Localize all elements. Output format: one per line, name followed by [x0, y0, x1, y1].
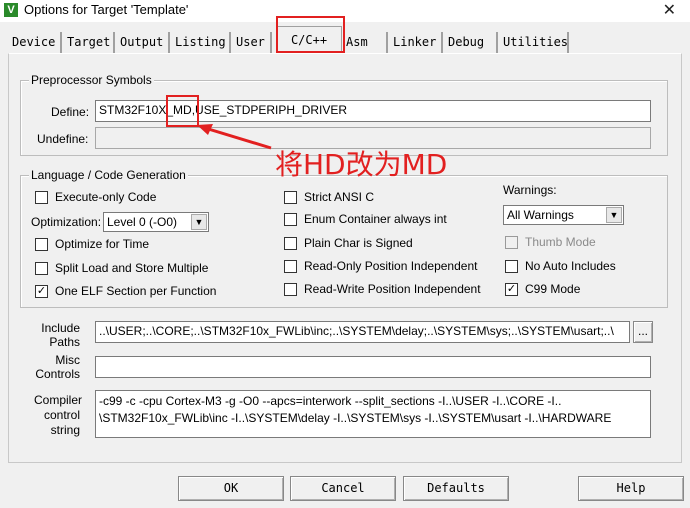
language-title: Language / Code Generation — [29, 168, 188, 182]
one-elf-label: One ELF Section per Function — [55, 284, 217, 298]
compiler-line-2: \STM32F10x_FWLib\inc -I..\SYSTEM\delay -… — [99, 411, 612, 425]
compiler-line-1: -c99 -c -cpu Cortex-M3 -g -O0 --apcs=int… — [99, 394, 562, 408]
optimization-select[interactable]: Level 0 (-O0) ▼ — [103, 212, 209, 232]
thumb-mode-label: Thumb Mode — [525, 235, 596, 249]
one-elf-checkbox[interactable]: ✓ One ELF Section per Function — [35, 284, 216, 298]
cancel-button[interactable]: Cancel — [290, 476, 396, 501]
checkbox-box[interactable] — [284, 212, 297, 226]
compiler-label-line1: Compiler — [34, 393, 83, 407]
warnings-select[interactable]: All Warnings ▼ — [503, 205, 624, 225]
tab-output[interactable]: Output — [116, 32, 170, 54]
include-paths-input[interactable]: ..\USER;..\CORE;..\STM32F10x_FWLib\inc;.… — [95, 321, 630, 343]
misc-label-line1: Misc — [55, 353, 80, 367]
thumb-mode-checkbox[interactable]: Thumb Mode — [505, 235, 596, 249]
defaults-button[interactable]: Defaults — [403, 476, 509, 501]
compiler-label-line3: string — [50, 423, 80, 437]
plain-char-label: Plain Char is Signed — [304, 236, 413, 250]
no-auto-includes-checkbox[interactable]: No Auto Includes — [505, 259, 616, 273]
misc-controls-input[interactable] — [95, 356, 651, 378]
checkbox-box[interactable] — [35, 237, 48, 251]
tab-debug[interactable]: Debug — [444, 32, 498, 54]
tab-linker[interactable]: Linker — [389, 32, 443, 54]
chevron-down-icon[interactable]: ▼ — [191, 214, 207, 230]
tab-target[interactable]: Target — [63, 32, 115, 54]
c99-mode-checkbox[interactable]: ✓ C99 Mode — [505, 282, 580, 296]
strict-ansi-label: Strict ANSI C — [304, 190, 375, 204]
ok-button[interactable]: OK — [178, 476, 284, 501]
tab-user[interactable]: User — [232, 32, 272, 54]
execute-only-label: Execute-only Code — [55, 190, 157, 204]
checkbox-box[interactable] — [284, 190, 297, 204]
checkmark-icon[interactable]: ✓ — [35, 284, 48, 298]
optimize-time-checkbox[interactable]: Optimize for Time — [35, 237, 149, 251]
annotation-arrow-icon — [197, 124, 272, 150]
browse-include-button[interactable]: ... — [633, 321, 653, 343]
compiler-label-line2: control — [43, 408, 80, 422]
compiler-control-string[interactable]: -c99 -c -cpu Cortex-M3 -g -O0 --apcs=int… — [95, 390, 651, 438]
c99-mode-label: C99 Mode — [525, 282, 581, 296]
checkmark-icon[interactable]: ✓ — [505, 282, 518, 296]
no-auto-includes-label: No Auto Includes — [525, 259, 616, 273]
chevron-down-icon[interactable]: ▼ — [606, 207, 622, 223]
split-load-label: Split Load and Store Multiple — [55, 261, 209, 275]
title-bar: V Options for Target 'Template' ✕ — [0, 0, 690, 22]
warnings-label: Warnings: — [503, 183, 557, 197]
checkbox-box[interactable] — [505, 259, 518, 273]
tab-listing[interactable]: Listing — [171, 32, 231, 54]
read-only-label: Read-Only Position Independent — [304, 259, 478, 273]
optimization-label: Optimization: — [31, 215, 102, 229]
keil-app-icon: V — [4, 3, 18, 17]
checkbox-box[interactable] — [284, 282, 297, 296]
compiler-control-label: Compiler control string — [34, 393, 83, 438]
close-icon[interactable]: ✕ — [663, 0, 676, 20]
window-title: Options for Target 'Template' — [24, 2, 189, 17]
enum-container-checkbox[interactable]: Enum Container always int — [284, 212, 447, 226]
warnings-value: All Warnings — [507, 208, 574, 222]
undefine-label: Undefine: — [37, 132, 89, 146]
tab-utilities[interactable]: Utilities — [499, 32, 569, 54]
tab-asm[interactable]: Asm — [342, 32, 388, 54]
annotation-text: 将HD改为MD — [275, 148, 448, 181]
preprocessor-title: Preprocessor Symbols — [29, 73, 154, 87]
strict-ansi-checkbox[interactable]: Strict ANSI C — [284, 190, 374, 204]
include-label-line2: Paths — [49, 335, 80, 349]
checkbox-box[interactable] — [284, 259, 297, 273]
split-load-checkbox[interactable]: Split Load and Store Multiple — [35, 261, 208, 275]
checkbox-box[interactable] — [284, 236, 297, 250]
misc-controls-label: Misc Controls — [34, 353, 80, 381]
read-write-checkbox[interactable]: Read-Write Position Independent — [284, 282, 481, 296]
include-label-line1: Include — [41, 321, 80, 335]
checkbox-box[interactable] — [35, 190, 48, 204]
annotation-tab-highlight — [276, 16, 345, 53]
enum-container-label: Enum Container always int — [304, 212, 447, 226]
define-label: Define: — [51, 105, 90, 119]
optimization-value: Level 0 (-O0) — [107, 215, 178, 229]
checkbox-box[interactable] — [35, 261, 48, 275]
read-write-label: Read-Write Position Independent — [304, 282, 481, 296]
include-paths-label: Include Paths — [34, 321, 80, 349]
plain-char-checkbox[interactable]: Plain Char is Signed — [284, 236, 413, 250]
misc-label-line2: Controls — [35, 367, 80, 381]
optimize-time-label: Optimize for Time — [55, 237, 150, 251]
tab-device[interactable]: Device — [8, 32, 62, 54]
checkbox-box[interactable] — [505, 235, 518, 249]
execute-only-checkbox[interactable]: Execute-only Code — [35, 190, 156, 204]
read-only-checkbox[interactable]: Read-Only Position Independent — [284, 259, 477, 273]
help-button[interactable]: Help — [578, 476, 684, 501]
